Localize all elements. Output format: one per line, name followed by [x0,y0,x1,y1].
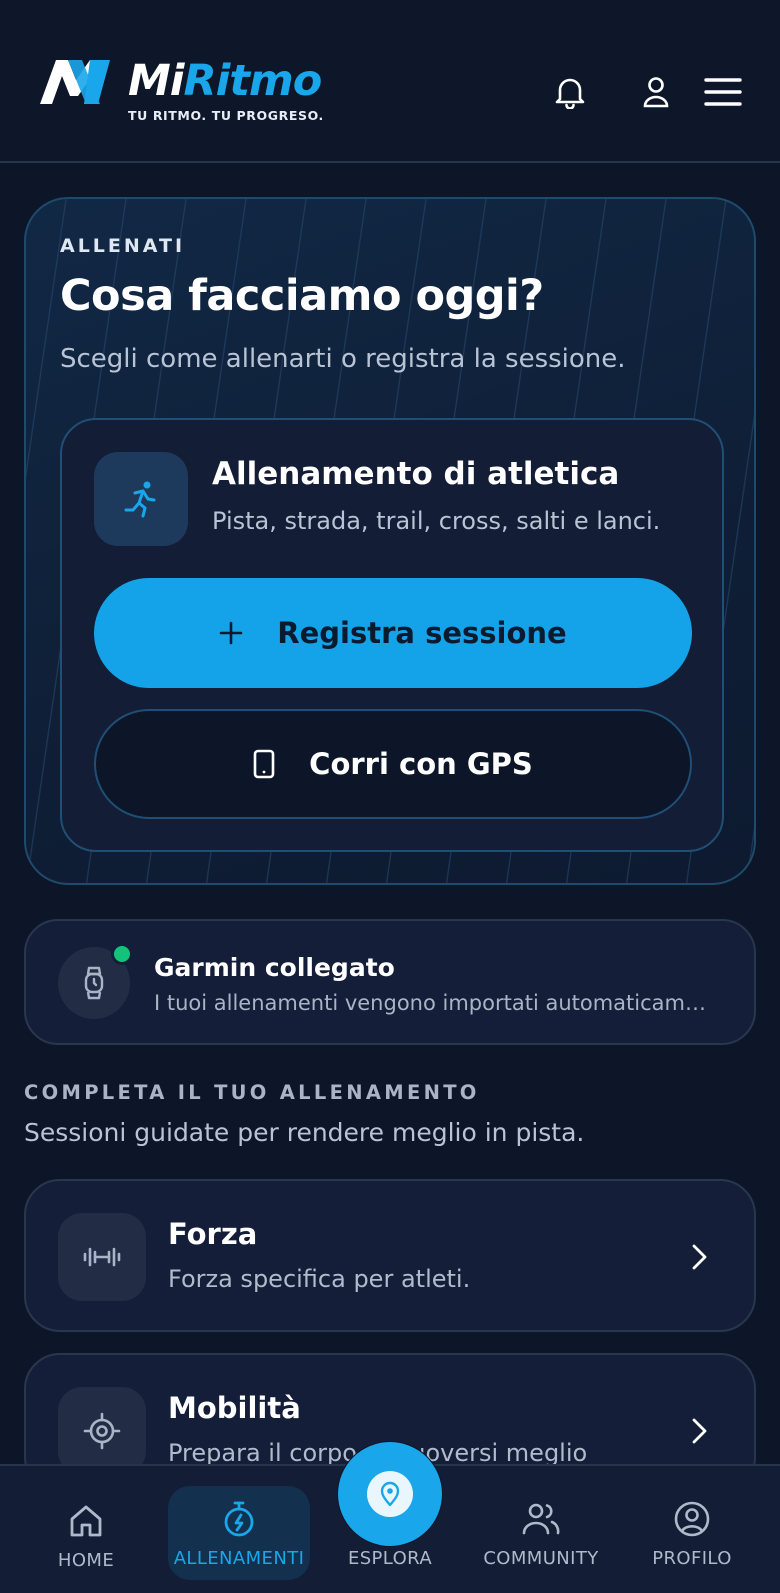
home-icon [70,1505,102,1537]
register-session-label: Registra sessione [277,616,567,650]
phone-icon [253,749,275,779]
brand-mi: Mi [128,56,185,106]
run-with-gps-label: Corri con GPS [309,747,533,781]
profile-icon [674,1501,710,1537]
session-icon-tile [58,1387,146,1475]
nav-home[interactable]: HOME [36,1466,136,1593]
map-pin-icon [380,1481,400,1507]
session-title: Forza [168,1217,258,1251]
connected-status-dot [111,943,133,965]
device-subtitle: I tuoi allenamenti vengono importati aut… [154,991,706,1015]
session-icon-tile [58,1213,146,1301]
activity-title: Allenamento di atletica [212,456,620,492]
brand-ritmo: Ritmo [183,56,323,106]
logo-icon [40,60,110,104]
chevron-right-icon [692,1418,707,1444]
nav-allenamenti-label: ALLENAMENTI [173,1548,305,1569]
run-with-gps-button[interactable]: Corri con GPS [94,709,692,819]
chevron-right-icon [692,1244,707,1270]
nav-profilo[interactable]: PROFILO [636,1464,748,1593]
menu-icon [704,78,742,106]
watch-icon [84,966,104,1000]
target-icon [83,1412,121,1450]
activity-icon-tile [94,452,188,546]
training-hero-card: ALLENATI Cosa facciamo oggi? Scegli come… [24,197,756,885]
app-header: MiRitmo TU RITMO. TU PROGRESO. [0,0,780,163]
nav-home-label: HOME [57,1550,115,1571]
bell-icon [555,78,585,109]
activity-card: Allenamento di atletica Pista, strada, t… [60,418,724,852]
session-subtitle: Forza specifica per atleti. [168,1265,471,1293]
nav-allenamenti[interactable]: ALLENAMENTI [164,1464,314,1593]
nav-esplora-label[interactable]: ESPLORA [320,1548,460,1569]
explore-fab-button[interactable] [338,1442,442,1546]
nav-profilo-label: PROFILO [652,1548,732,1569]
device-title: Garmin collegato [154,953,395,982]
account-button[interactable] [634,70,678,114]
notifications-button[interactable] [548,70,592,114]
brand-name: MiRitmo [128,56,323,106]
hero-subtitle: Scegli come allenarti o registra la sess… [60,344,626,374]
stopwatch-icon [224,1501,254,1537]
dumbbell-icon [83,1247,121,1267]
activity-subtitle: Pista, strada, trail, cross, salti e lan… [212,507,661,535]
runner-icon [124,481,156,518]
session-card-forza[interactable]: Forza Forza specifica per atleti. [24,1179,756,1332]
register-session-button[interactable]: Registra sessione [94,578,692,688]
user-icon [643,77,669,108]
section-subtitle: Sessioni guidate per rendere meglio in p… [24,1118,585,1147]
nav-community-label: COMMUNITY [483,1548,599,1569]
community-icon [522,1503,560,1535]
hero-title: Cosa facciamo oggi? [60,271,544,321]
hero-eyebrow: ALLENATI [60,235,186,257]
brand-tagline: TU RITMO. TU PROGRESO. [128,108,324,123]
session-title: Mobilità [168,1391,301,1425]
plus-icon [219,621,243,645]
nav-community[interactable]: COMMUNITY [468,1464,614,1593]
device-connection-card[interactable]: Garmin collegato I tuoi allenamenti veng… [24,919,756,1045]
section-eyebrow: COMPLETA IL TUO ALLENAMENTO [24,1081,480,1104]
menu-button[interactable] [700,70,746,114]
